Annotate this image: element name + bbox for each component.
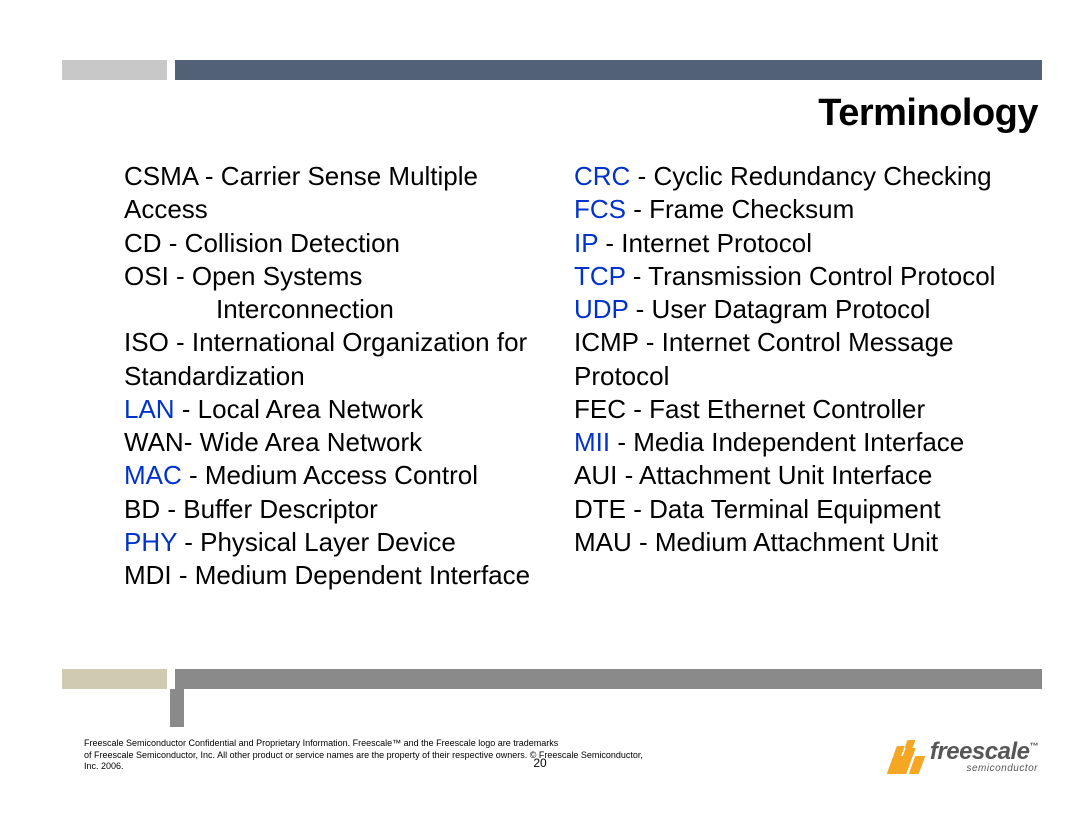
bottom-decor-stub bbox=[62, 669, 167, 689]
logo-tm: ™ bbox=[1030, 741, 1039, 751]
term-entry: PHY - Physical Layer Device bbox=[124, 526, 554, 559]
term-abbr: AUI bbox=[574, 460, 617, 490]
page-number: 20 bbox=[533, 756, 546, 770]
term-definition: - Collision Detection bbox=[162, 228, 400, 258]
term-definition: - Medium Dependent Interface bbox=[172, 560, 530, 590]
term-abbr: WAN bbox=[124, 427, 184, 457]
logo-sub: semiconductor bbox=[930, 764, 1038, 774]
term-entry: MII - Media Independent Interface bbox=[574, 426, 1024, 459]
term-definition: - Frame Checksum bbox=[626, 194, 854, 224]
term-definition: - Attachment Unit Interface bbox=[617, 460, 932, 490]
term-definition: - Physical Layer Device bbox=[177, 527, 456, 557]
term-entry: UDP - User Datagram Protocol bbox=[574, 293, 1024, 326]
term-definition: - Wide Area Network bbox=[184, 427, 422, 457]
left-column: CSMA - Carrier Sense Multiple AccessCD -… bbox=[124, 160, 554, 664]
term-abbr: FCS bbox=[574, 194, 626, 224]
term-definition: - Media Independent Interface bbox=[610, 427, 964, 457]
term-definition: - Fast Ethernet Controller bbox=[626, 394, 925, 424]
term-entry: MAC - Medium Access Control bbox=[124, 459, 554, 492]
term-abbr: PHY bbox=[124, 527, 177, 557]
footer: Freescale Semiconductor Confidential and… bbox=[0, 732, 1080, 772]
term-abbr: MAC bbox=[124, 460, 182, 490]
term-abbr: BD bbox=[124, 494, 160, 524]
legal-line-1: Freescale Semiconductor Confidential and… bbox=[84, 738, 558, 748]
term-definition: - Data Terminal Equipment bbox=[626, 494, 941, 524]
term-entry: ICMP - Internet Control Message Protocol bbox=[574, 326, 1024, 393]
term-entry: FCS - Frame Checksum bbox=[574, 193, 1024, 226]
term-definition: - Cyclic Redundancy Checking bbox=[630, 161, 991, 191]
logo-main: freescale bbox=[930, 738, 1030, 765]
term-abbr: FEC bbox=[574, 394, 626, 424]
term-abbr: ICMP bbox=[574, 327, 639, 357]
top-decor-stub bbox=[62, 60, 167, 80]
term-definition: - Local Area Network bbox=[175, 394, 424, 424]
term-entry: ISO - International Organization for Sta… bbox=[124, 326, 554, 393]
term-abbr: UDP bbox=[574, 294, 628, 324]
term-abbr: IP bbox=[574, 228, 598, 258]
slide-title: Terminology bbox=[818, 92, 1038, 135]
top-decor-main bbox=[175, 60, 1042, 80]
term-abbr: CSMA bbox=[124, 161, 198, 191]
term-abbr: OSI bbox=[124, 261, 169, 291]
content-area: CSMA - Carrier Sense Multiple AccessCD -… bbox=[124, 160, 1040, 664]
term-entry: IP - Internet Protocol bbox=[574, 227, 1024, 260]
term-abbr: MDI bbox=[124, 560, 172, 590]
bottom-decor-main bbox=[175, 669, 1042, 689]
term-abbr: TCP bbox=[574, 261, 626, 291]
slide: Terminology CSMA - Carrier Sense Multipl… bbox=[0, 0, 1080, 834]
legal-line-2: of Freescale Semiconductor, Inc. All oth… bbox=[84, 750, 643, 771]
legal-text: Freescale Semiconductor Confidential and… bbox=[84, 738, 644, 772]
term-entry: LAN - Local Area Network bbox=[124, 393, 554, 426]
term-entry: WAN- Wide Area Network bbox=[124, 426, 554, 459]
term-abbr: CD bbox=[124, 228, 162, 258]
right-column: CRC - Cyclic Redundancy CheckingFCS - Fr… bbox=[574, 160, 1024, 664]
top-decor-bar bbox=[0, 60, 1080, 80]
freescale-logo-icon bbox=[890, 740, 924, 774]
term-entry: BD - Buffer Descriptor bbox=[124, 493, 554, 526]
term-entry: CRC - Cyclic Redundancy Checking bbox=[574, 160, 1024, 193]
term-definition-cont: Interconnection bbox=[124, 293, 554, 326]
freescale-logo: freescale™ semiconductor bbox=[890, 740, 1038, 774]
term-definition: - Transmission Control Protocol bbox=[626, 261, 996, 291]
term-entry: TCP - Transmission Control Protocol bbox=[574, 260, 1024, 293]
term-entry: MDI - Medium Dependent Interface bbox=[124, 559, 554, 592]
term-abbr: CRC bbox=[574, 161, 630, 191]
term-entry: FEC - Fast Ethernet Controller bbox=[574, 393, 1024, 426]
term-abbr: MII bbox=[574, 427, 610, 457]
term-definition: - Buffer Descriptor bbox=[160, 494, 378, 524]
term-definition: - Open Systems bbox=[169, 261, 363, 291]
term-entry: OSI - Open Systems bbox=[124, 260, 554, 293]
term-entry: CD - Collision Detection bbox=[124, 227, 554, 260]
term-entry: DTE - Data Terminal Equipment bbox=[574, 493, 1024, 526]
term-entry: CSMA - Carrier Sense Multiple Access bbox=[124, 160, 554, 227]
term-abbr: MAU bbox=[574, 527, 632, 557]
bottom-decor-drop bbox=[170, 689, 184, 727]
freescale-logo-text: freescale™ semiconductor bbox=[930, 740, 1038, 774]
term-abbr: LAN bbox=[124, 394, 175, 424]
term-definition: - International Organization for Standar… bbox=[124, 327, 527, 390]
term-definition: - Medium Attachment Unit bbox=[632, 527, 938, 557]
term-definition: - User Datagram Protocol bbox=[628, 294, 930, 324]
bottom-decor-bar bbox=[0, 669, 1080, 689]
term-entry: MAU - Medium Attachment Unit bbox=[574, 526, 1024, 559]
term-definition: - Medium Access Control bbox=[182, 460, 478, 490]
term-entry: AUI - Attachment Unit Interface bbox=[574, 459, 1024, 492]
term-abbr: ISO bbox=[124, 327, 169, 357]
term-definition: - Internet Protocol bbox=[598, 228, 812, 258]
term-abbr: DTE bbox=[574, 494, 626, 524]
